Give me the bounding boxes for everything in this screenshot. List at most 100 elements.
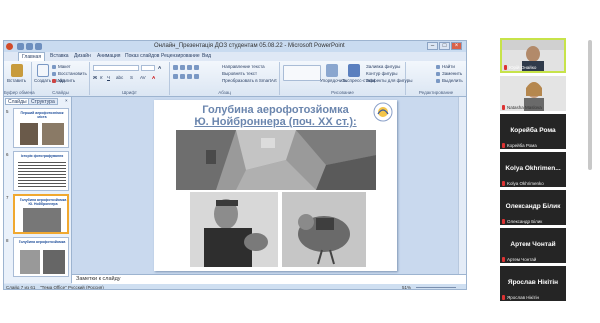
participant-display-name: Корейба Рома: [510, 127, 556, 134]
zoom-level[interactable]: 51%: [402, 285, 411, 289]
maximize-button[interactable]: □: [439, 42, 450, 50]
office-button-icon[interactable]: [6, 43, 13, 50]
participant-label: Kolya Okhrimenko: [502, 181, 544, 186]
font-color-icon[interactable]: A: [152, 75, 155, 80]
numbering-icon[interactable]: [180, 65, 185, 70]
participant-tile[interactable]: Ярослав Нікітін Ярослав Нікітін: [500, 266, 566, 301]
participant-name: Kolya Okhrimenko: [507, 181, 544, 186]
zoom-slider[interactable]: [416, 287, 456, 288]
participant-name: Юрій Онайко: [509, 65, 537, 70]
delete-icon: [52, 79, 56, 83]
participant-name: Артем Чонтай: [507, 257, 537, 262]
smartart-button[interactable]: Преобразовать в SmartArt: [222, 78, 277, 83]
arrange-icon[interactable]: [326, 64, 338, 77]
title-bar: Онлайн_Презентація ДОЗ студентам 05.08.2…: [4, 41, 466, 52]
delete-button[interactable]: Удалить: [58, 78, 75, 83]
participants-scrollbar[interactable]: [588, 40, 592, 170]
slide-thumbnail[interactable]: Перший аерофотознімок міста: [13, 108, 69, 148]
justify-icon[interactable]: [194, 74, 199, 79]
tab-outline[interactable]: Структура: [28, 98, 58, 105]
slide-title-line2: Ю. Нойброннера (поч. ХХ ст.):: [194, 116, 357, 128]
group-label: Редактирование: [418, 90, 454, 95]
select-button[interactable]: Выделить: [442, 78, 463, 83]
text-direction-button[interactable]: Направление текста: [222, 64, 265, 69]
group-label: Абзац: [218, 90, 231, 95]
minimize-button[interactable]: –: [427, 42, 438, 50]
replace-button[interactable]: Заменить: [442, 71, 462, 76]
strikethrough-icon[interactable]: abc: [116, 75, 123, 80]
layout-button[interactable]: Макет: [58, 64, 71, 69]
tab-review[interactable]: Рецензирование: [161, 53, 200, 59]
paste-icon[interactable]: [11, 64, 23, 77]
participant-name: Олександр Білик: [507, 219, 543, 224]
italic-icon[interactable]: К: [100, 75, 103, 80]
slide-title[interactable]: Голубина аерофотозйомка Ю. Нойброннера (…: [154, 104, 397, 128]
participant-label: Ярослав Нікітін: [502, 295, 539, 300]
close-button[interactable]: ×: [451, 42, 462, 50]
vertical-scrollbar[interactable]: [458, 97, 466, 275]
outdent-icon[interactable]: [194, 65, 199, 70]
tab-design[interactable]: Дизайн: [74, 53, 91, 59]
tab-view[interactable]: Вид: [202, 53, 211, 59]
participant-tile[interactable]: Natasha Maslova: [500, 76, 566, 111]
participant-tile[interactable]: Kolya Okhrimen... Kolya Okhrimenko: [500, 152, 566, 187]
shadow-icon[interactable]: S: [130, 75, 133, 80]
save-icon[interactable]: [17, 43, 24, 50]
participant-tile[interactable]: Корейба Рома Корейба Рома: [500, 114, 566, 149]
participant-label: Артем Чонтай: [502, 257, 536, 262]
group-drawing: Упорядочить Экспресс-стили Заливка фигур…: [280, 62, 412, 95]
participant-name: Корейба Рома: [507, 143, 537, 148]
thumb-number: 5: [6, 109, 9, 114]
mic-muted-icon: [502, 219, 505, 224]
thumb-photo: [42, 123, 64, 145]
participant-label: Корейба Рома: [502, 143, 537, 148]
close-pane-icon[interactable]: ×: [65, 98, 68, 103]
participant-display-name: Олександр Білик: [505, 203, 561, 210]
notes-field[interactable]: Заметки к слайду: [72, 274, 466, 284]
tab-slideshow[interactable]: Показ слайдов: [125, 53, 159, 59]
undo-icon[interactable]: [26, 43, 33, 50]
tab-home[interactable]: Главная: [18, 52, 46, 61]
participant-tile[interactable]: Олександр Білик Олександр Білик: [500, 190, 566, 225]
align-text-button[interactable]: Выровнять текст: [222, 71, 257, 76]
slide-canvas[interactable]: Голубина аерофотозйомка Ю. Нойброннера (…: [154, 100, 397, 271]
status-language[interactable]: Русский (Россия): [68, 285, 104, 289]
spacing-icon[interactable]: AV: [140, 75, 146, 80]
slide-thumbnail[interactable]: Голубина аерофотозйомка: [13, 237, 69, 277]
quick-styles-icon[interactable]: [348, 64, 360, 77]
select-icon: [436, 79, 440, 83]
paste-button[interactable]: Вставить: [7, 78, 26, 83]
participant-display-name: Ярослав Нікітін: [507, 279, 559, 286]
underline-icon[interactable]: Ч: [107, 75, 110, 80]
tab-animation[interactable]: Анимация: [97, 53, 120, 59]
shape-outline-button[interactable]: Контур фигуры: [366, 71, 397, 76]
slide-thumbnail-selected[interactable]: Голубина аерофотозйомка Ю. Нойброннера: [13, 194, 69, 234]
indent-icon[interactable]: [187, 65, 192, 70]
find-button[interactable]: Найти: [442, 64, 455, 69]
participant-tile[interactable]: Артем Чонтай Артем Чонтай: [500, 228, 566, 263]
new-slide-icon[interactable]: [37, 64, 49, 77]
group-clipboard: Вставить Буфер обмена: [4, 62, 35, 95]
align-right-icon[interactable]: [187, 74, 192, 79]
redo-icon[interactable]: [35, 43, 42, 50]
align-center-icon[interactable]: [180, 74, 185, 79]
shape-fill-button[interactable]: Заливка фигуры: [366, 64, 400, 69]
bold-icon[interactable]: Ж: [93, 75, 97, 80]
participant-name: Natasha Maslova: [507, 105, 542, 110]
reset-button[interactable]: Восстановить: [58, 71, 87, 76]
shapes-gallery[interactable]: [283, 65, 321, 81]
layout-icon: [52, 65, 56, 69]
font-size-field[interactable]: [141, 65, 155, 71]
powerpoint-window: Онлайн_Презентація ДОЗ студентам 05.08.2…: [3, 40, 467, 290]
participant-label: Natasha Maslova: [502, 105, 542, 110]
participant-tile-active[interactable]: Юрій Онайко: [500, 38, 566, 73]
font-name-field[interactable]: [93, 65, 139, 71]
tab-slides[interactable]: Слайды: [5, 98, 30, 105]
bullets-icon[interactable]: [173, 65, 178, 70]
tab-insert[interactable]: Вставка: [50, 53, 69, 59]
grow-font-icon[interactable]: A: [158, 65, 161, 70]
portrait-photo: [190, 192, 278, 267]
slide-thumbnail[interactable]: Історія фотографування: [13, 151, 69, 191]
logo-icon: [373, 102, 393, 122]
align-left-icon[interactable]: [173, 74, 178, 79]
